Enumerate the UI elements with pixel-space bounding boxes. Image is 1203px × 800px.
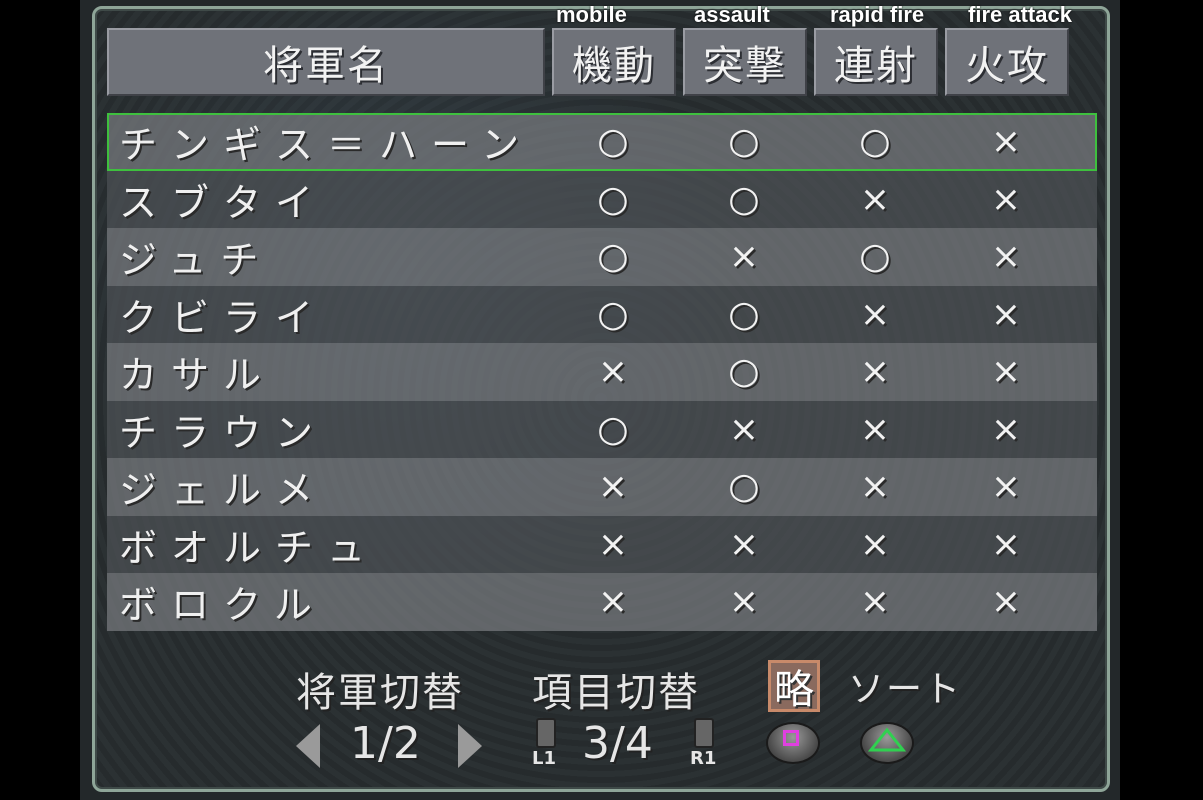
r1-label: R1 <box>690 748 717 769</box>
assault-mark: ○ <box>728 121 760 163</box>
header-general-name[interactable]: 将軍名 <box>107 28 545 96</box>
mobile-mark: × <box>597 581 629 623</box>
fire-attack-mark: × <box>990 121 1022 163</box>
square-button-icon[interactable] <box>766 722 820 764</box>
rapid-fire-mark: ○ <box>859 236 891 278</box>
rapid-fire-mark: × <box>859 408 891 450</box>
assault-mark: ○ <box>728 178 760 220</box>
table-row[interactable]: ジュチ ○ × ○ × <box>107 228 1097 286</box>
assault-mark: × <box>728 581 760 623</box>
l1-label: L1 <box>532 748 556 769</box>
assault-mark: × <box>728 236 760 278</box>
l1-button-icon[interactable] <box>536 718 556 748</box>
triangle-right-icon[interactable] <box>458 724 482 768</box>
mobile-mark: ○ <box>597 236 629 278</box>
mobile-mark: × <box>597 523 629 565</box>
table-row[interactable]: ボロクル × × × × <box>107 573 1097 631</box>
abbreviation-toggle[interactable]: 略 <box>768 660 820 713</box>
fire-attack-mark: × <box>990 581 1022 623</box>
general-name: ジュチ <box>119 238 273 283</box>
mobile-mark: × <box>597 466 629 508</box>
header-fire-attack[interactable]: 火攻 <box>945 28 1069 96</box>
rapid-fire-mark: × <box>859 293 891 335</box>
caption-assault: assault <box>694 2 770 27</box>
mobile-mark: ○ <box>597 121 629 163</box>
fire-attack-mark: × <box>990 293 1022 335</box>
item-page-indicator: 3/4 <box>582 718 653 769</box>
fire-attack-mark: × <box>990 523 1022 565</box>
fire-attack-mark: × <box>990 351 1022 393</box>
table-row[interactable]: カサル × ○ × × <box>107 343 1097 401</box>
rapid-fire-mark: × <box>859 351 891 393</box>
rapid-fire-mark: × <box>859 178 891 220</box>
switch-general-label: 将軍切替 <box>296 670 464 716</box>
assault-mark: ○ <box>728 293 760 335</box>
header-rapid-fire[interactable]: 連射 <box>814 28 938 96</box>
caption-rapid-fire: rapid fire <box>830 2 925 27</box>
assault-mark: × <box>728 408 760 450</box>
header-mobile[interactable]: 機動 <box>552 28 676 96</box>
mobile-mark: ○ <box>597 178 629 220</box>
sort-label: ソート <box>848 669 963 710</box>
general-name: スブタイ <box>119 180 328 225</box>
general-name: ボロクル <box>119 583 326 628</box>
general-name: チンギス＝ハーン <box>119 123 534 168</box>
assault-mark: × <box>728 523 760 565</box>
rapid-fire-mark: × <box>859 523 891 565</box>
table-row[interactable]: ジェルメ × ○ × × <box>107 458 1097 516</box>
fire-attack-mark: × <box>990 466 1022 508</box>
rapid-fire-mark: × <box>859 466 891 508</box>
triangle-glyph-icon <box>867 727 907 752</box>
mobile-mark: ○ <box>597 408 629 450</box>
triangle-button-icon[interactable] <box>860 722 914 764</box>
table-row[interactable]: スブタイ ○ ○ × × <box>107 170 1097 228</box>
assault-mark: ○ <box>728 466 760 508</box>
caption-fire-attack: fire attack <box>968 2 1072 27</box>
general-page-indicator: 1/2 <box>350 718 421 769</box>
general-table: チンギス＝ハーン ○ ○ ○ × スブタイ ○ ○ × × ジュチ ○ × ○ … <box>107 113 1097 631</box>
switch-item-label: 項目切替 <box>532 670 700 716</box>
general-name: クビライ <box>119 295 328 340</box>
mobile-mark: ○ <box>597 293 629 335</box>
table-row[interactable]: チラウン ○ × × × <box>107 400 1097 458</box>
square-glyph-icon <box>783 730 799 746</box>
r1-button-icon[interactable] <box>694 718 714 748</box>
table-row[interactable]: クビライ ○ ○ × × <box>107 285 1097 343</box>
general-name: カサル <box>119 353 276 398</box>
fire-attack-mark: × <box>990 236 1022 278</box>
fire-attack-mark: × <box>990 408 1022 450</box>
rapid-fire-mark: ○ <box>859 121 891 163</box>
rapid-fire-mark: × <box>859 581 891 623</box>
caption-mobile: mobile <box>556 2 627 27</box>
header-assault[interactable]: 突撃 <box>683 28 807 96</box>
assault-mark: ○ <box>728 351 760 393</box>
general-name: チラウン <box>119 410 328 455</box>
general-name: ボオルチュ <box>119 525 380 570</box>
table-row[interactable]: チンギス＝ハーン ○ ○ ○ × <box>107 113 1097 171</box>
mobile-mark: × <box>597 351 629 393</box>
triangle-left-icon[interactable] <box>296 724 320 768</box>
general-name: ジェルメ <box>119 468 328 513</box>
table-row[interactable]: ボオルチュ × × × × <box>107 515 1097 573</box>
fire-attack-mark: × <box>990 178 1022 220</box>
